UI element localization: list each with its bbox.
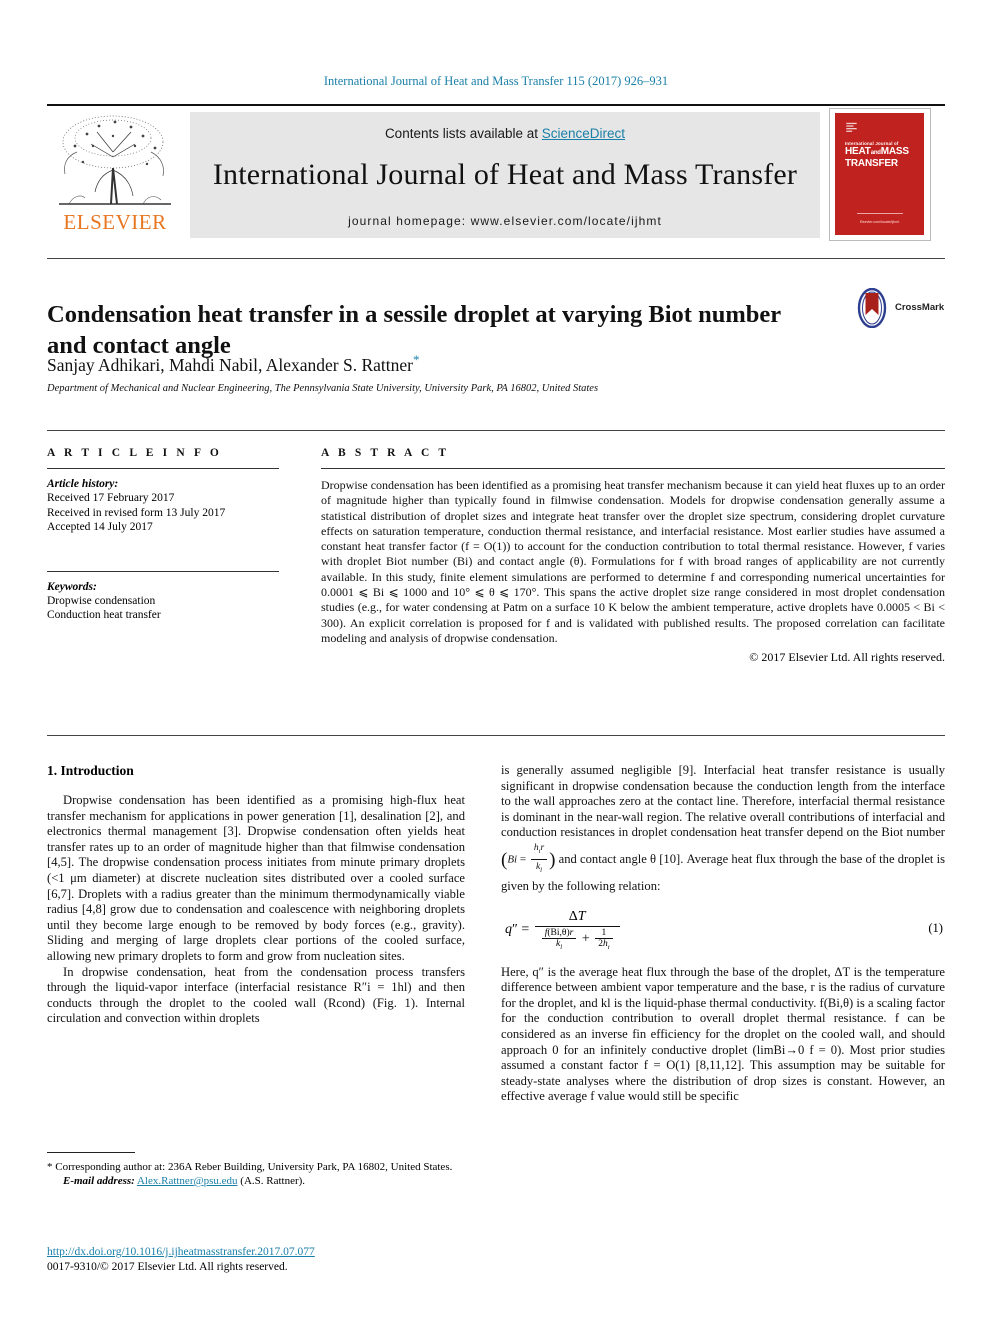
abstract-body: Dropwise condensation has been identifie… (321, 478, 945, 645)
keywords-rule (47, 570, 279, 572)
corresponding-author-note: * Corresponding author at: 236A Reber Bu… (47, 1161, 453, 1173)
abstract-heading: A B S T R A C T (321, 447, 450, 459)
corresponding-author-marker: * (412, 352, 420, 367)
keyword-item: Dropwise condensation (47, 594, 156, 607)
paragraph: Dropwise condensation has been identifie… (47, 793, 465, 963)
issn-copyright: 0017-9310/© 2017 Elsevier Ltd. All right… (47, 1261, 288, 1273)
article-history-accepted: Accepted 14 July 2017 (47, 521, 153, 533)
body-column-right: is generally assumed negligible [9]. Int… (501, 763, 945, 1105)
biot-number-inline-formula: (Bi = hir kl) (501, 842, 556, 875)
elsevier-logo: ELSEVIER (47, 112, 187, 240)
cover-footer: Elsevier.com/locate/ijhmt (859, 220, 900, 224)
equation-1: q″ = ΔT f(Bi,θ)r kl + 1 2hi (1) (501, 909, 945, 953)
paragraph-text-tail: and contact angle θ [10]. Average heat f… (501, 851, 945, 893)
article-history-revised: Received in revised form 13 July 2017 (47, 506, 226, 519)
journal-cover-thumbnail: International Journal of HEATandMASS TRA… (829, 108, 931, 241)
email-note: E-mail address: Alex.Rattner@psu.edu (A.… (47, 1174, 465, 1188)
cover-transfer: TRANSFER (845, 157, 898, 169)
journal-homepage[interactable]: journal homepage: www.elsevier.com/locat… (190, 214, 820, 228)
equation-expression: q″ = ΔT f(Bi,θ)r kl + 1 2hi (505, 909, 622, 950)
abstract-copyright: © 2017 Elsevier Ltd. All rights reserved… (749, 650, 945, 665)
crossmark-icon (857, 288, 887, 328)
journal-masthead: ELSEVIER Contents lists available at Sci… (47, 104, 945, 241)
keyword-item: Conduction heat transfer (47, 609, 161, 621)
paragraph: is generally assumed negligible [9]. Int… (501, 763, 945, 895)
author-list: Sanjay Adhikari, Mahdi Nabil, Alexander … (47, 352, 847, 376)
section-title-introduction: 1. Introduction (47, 763, 134, 778)
authors-names: Sanjay Adhikari, Mahdi Nabil, Alexander … (47, 354, 413, 375)
email-suffix: (A.S. Rattner). (240, 1175, 306, 1187)
footnotes: * Corresponding author at: 236A Reber Bu… (47, 1160, 465, 1188)
running-head: International Journal of Heat and Mass T… (323, 74, 669, 88)
article-history-received: Received 17 February 2017 (47, 492, 175, 504)
cover-mass: MASS (880, 146, 909, 157)
equation-number: (1) (928, 920, 943, 935)
abstract-column: A B S T R A C T Dropwise condensation ha… (321, 447, 945, 665)
crossmark-label: CrossMark (895, 302, 945, 313)
article-info-heading: A R T I C L E I N F O (47, 447, 222, 459)
footnote-divider (47, 1152, 135, 1153)
contents-available-line: Contents lists available at ScienceDirec… (190, 112, 820, 141)
cover-elsevier-icon (846, 122, 857, 132)
cover-background: International Journal of HEATandMASS TRA… (835, 113, 924, 235)
cover-and: and (870, 150, 881, 156)
elsevier-tree-icon (59, 115, 171, 205)
cover-title: HEATandMASS TRANSFER (845, 146, 909, 169)
journal-title: International Journal of Heat and Mass T… (212, 158, 798, 191)
doi-block: http://dx.doi.org/10.1016/j.ijheatmasstr… (47, 1245, 477, 1275)
article-info-rule (47, 468, 279, 469)
affiliation: Department of Mechanical and Nuclear Eng… (47, 383, 599, 394)
keywords-block: Keywords: Dropwise condensation Conducti… (47, 570, 279, 623)
elsevier-wordmark: ELSEVIER (63, 210, 167, 234)
email-label: E-mail address: (63, 1175, 135, 1187)
paragraph: In dropwise condensation, heat from the … (47, 964, 465, 1026)
article-history-label: Article history: (47, 478, 119, 490)
email-link[interactable]: Alex.Rattner@psu.edu (137, 1175, 238, 1187)
journal-banner: Contents lists available at ScienceDirec… (190, 112, 820, 238)
title-divider (47, 258, 945, 259)
doi-link[interactable]: http://dx.doi.org/10.1016/j.ijheatmasstr… (47, 1246, 315, 1258)
article-info-column: A R T I C L E I N F O Article history: R… (47, 447, 279, 623)
contents-prefix: Contents lists available at (384, 126, 542, 141)
sciencedirect-link[interactable]: ScienceDirect (542, 126, 625, 141)
keywords-label: Keywords: (47, 580, 97, 593)
abstract-rule (321, 468, 945, 469)
paragraph-text: is generally assumed negligible [9]. Int… (501, 763, 945, 840)
paragraph: Here, q″ is the average heat flux throug… (501, 964, 945, 1104)
crossmark-badge[interactable]: CrossMark (852, 288, 944, 332)
info-divider-bottom (47, 735, 945, 736)
info-divider-top (47, 430, 945, 431)
journal-article-page: International Journal of Heat and Mass T… (0, 0, 992, 1323)
body-column-left: 1. Introduction Dropwise condensation ha… (47, 763, 465, 1027)
cover-heat: HEAT (845, 146, 871, 157)
cover-divider (857, 213, 903, 214)
